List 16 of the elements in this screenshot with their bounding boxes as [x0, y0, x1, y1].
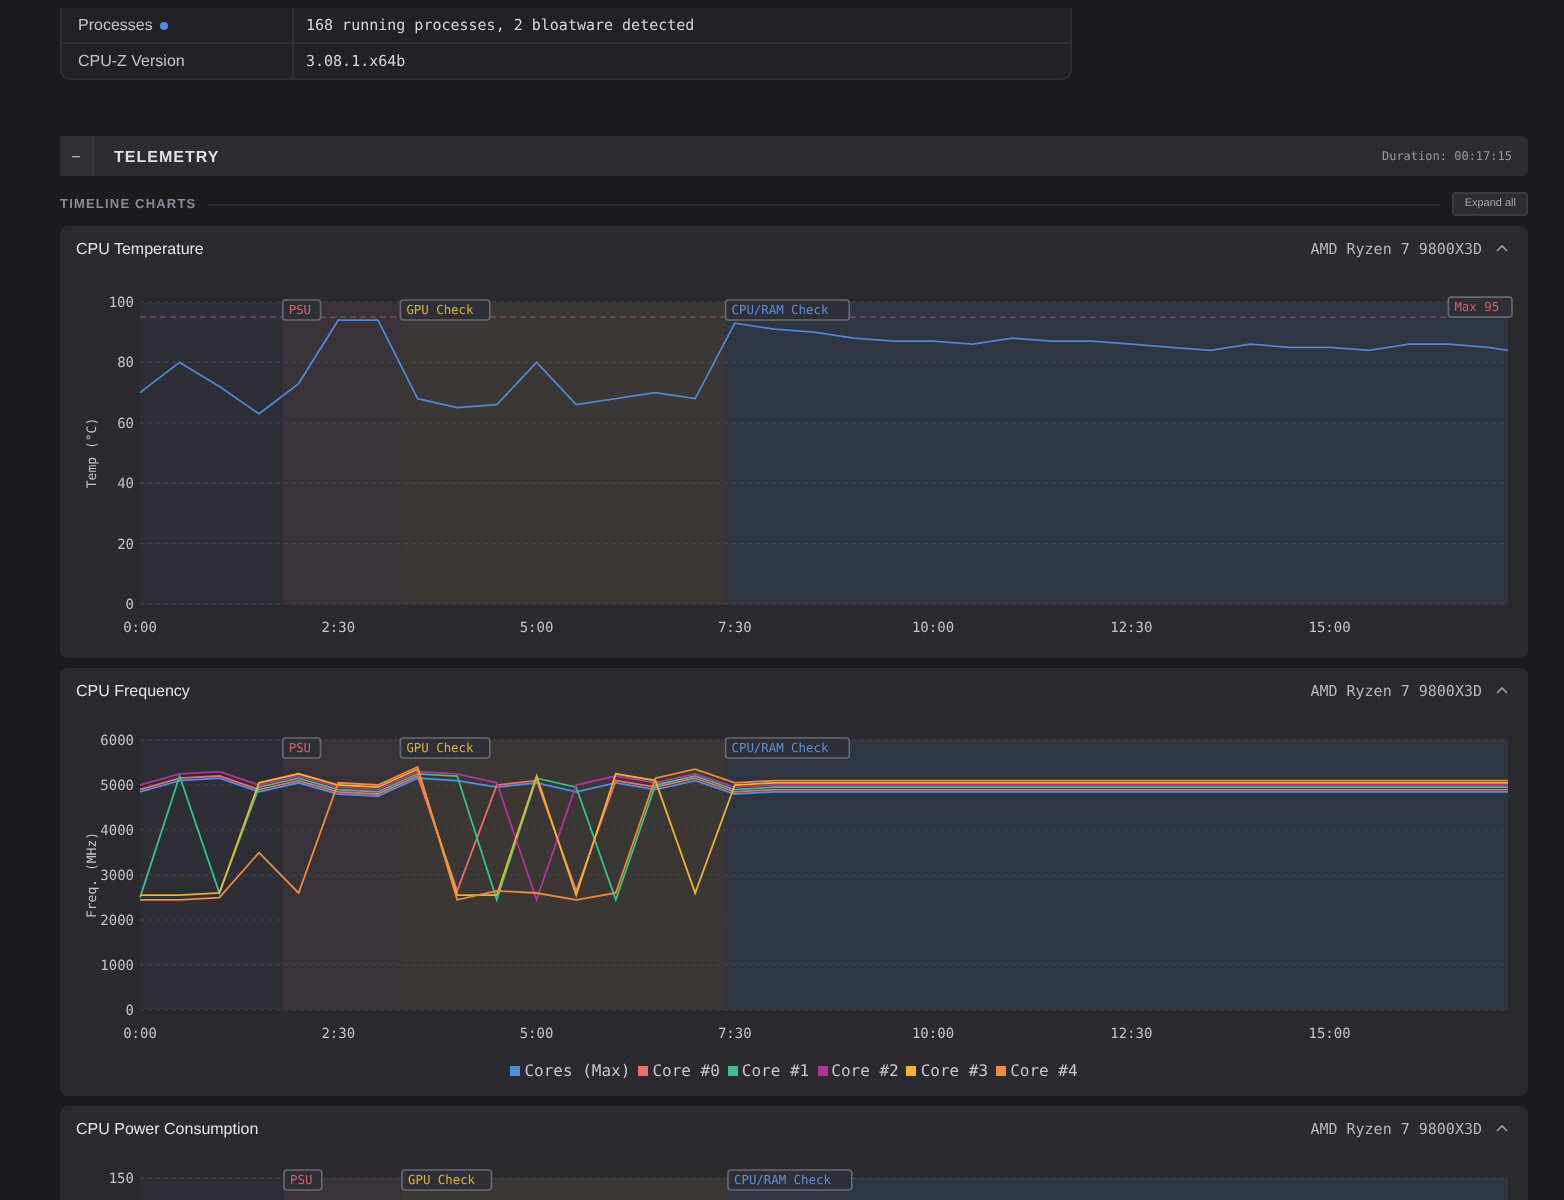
- legend-item[interactable]: Core #1: [727, 1061, 810, 1079]
- legend-item[interactable]: Core #2: [817, 1061, 899, 1079]
- row-label: Processes: [78, 16, 153, 34]
- chart-title: CPU Frequency: [76, 681, 190, 699]
- legend-item[interactable]: Core #4: [996, 1061, 1078, 1079]
- legend-item[interactable]: Core #3: [906, 1061, 989, 1079]
- collapse-button[interactable]: −: [60, 136, 94, 176]
- legend-item[interactable]: Core #0: [638, 1061, 720, 1079]
- row-label: CPU-Z Version: [78, 52, 185, 70]
- chevron-up-icon: [1496, 244, 1508, 252]
- chart-title: CPU Power Consumption: [76, 1119, 259, 1137]
- chevron-up-icon: [1496, 1124, 1508, 1132]
- chart-title: CPU Temperature: [76, 239, 204, 257]
- section-title: TELEMETRY: [114, 147, 220, 165]
- chevron-up-icon: [1496, 686, 1508, 694]
- legend-item[interactable]: Cores (Max): [510, 1061, 631, 1079]
